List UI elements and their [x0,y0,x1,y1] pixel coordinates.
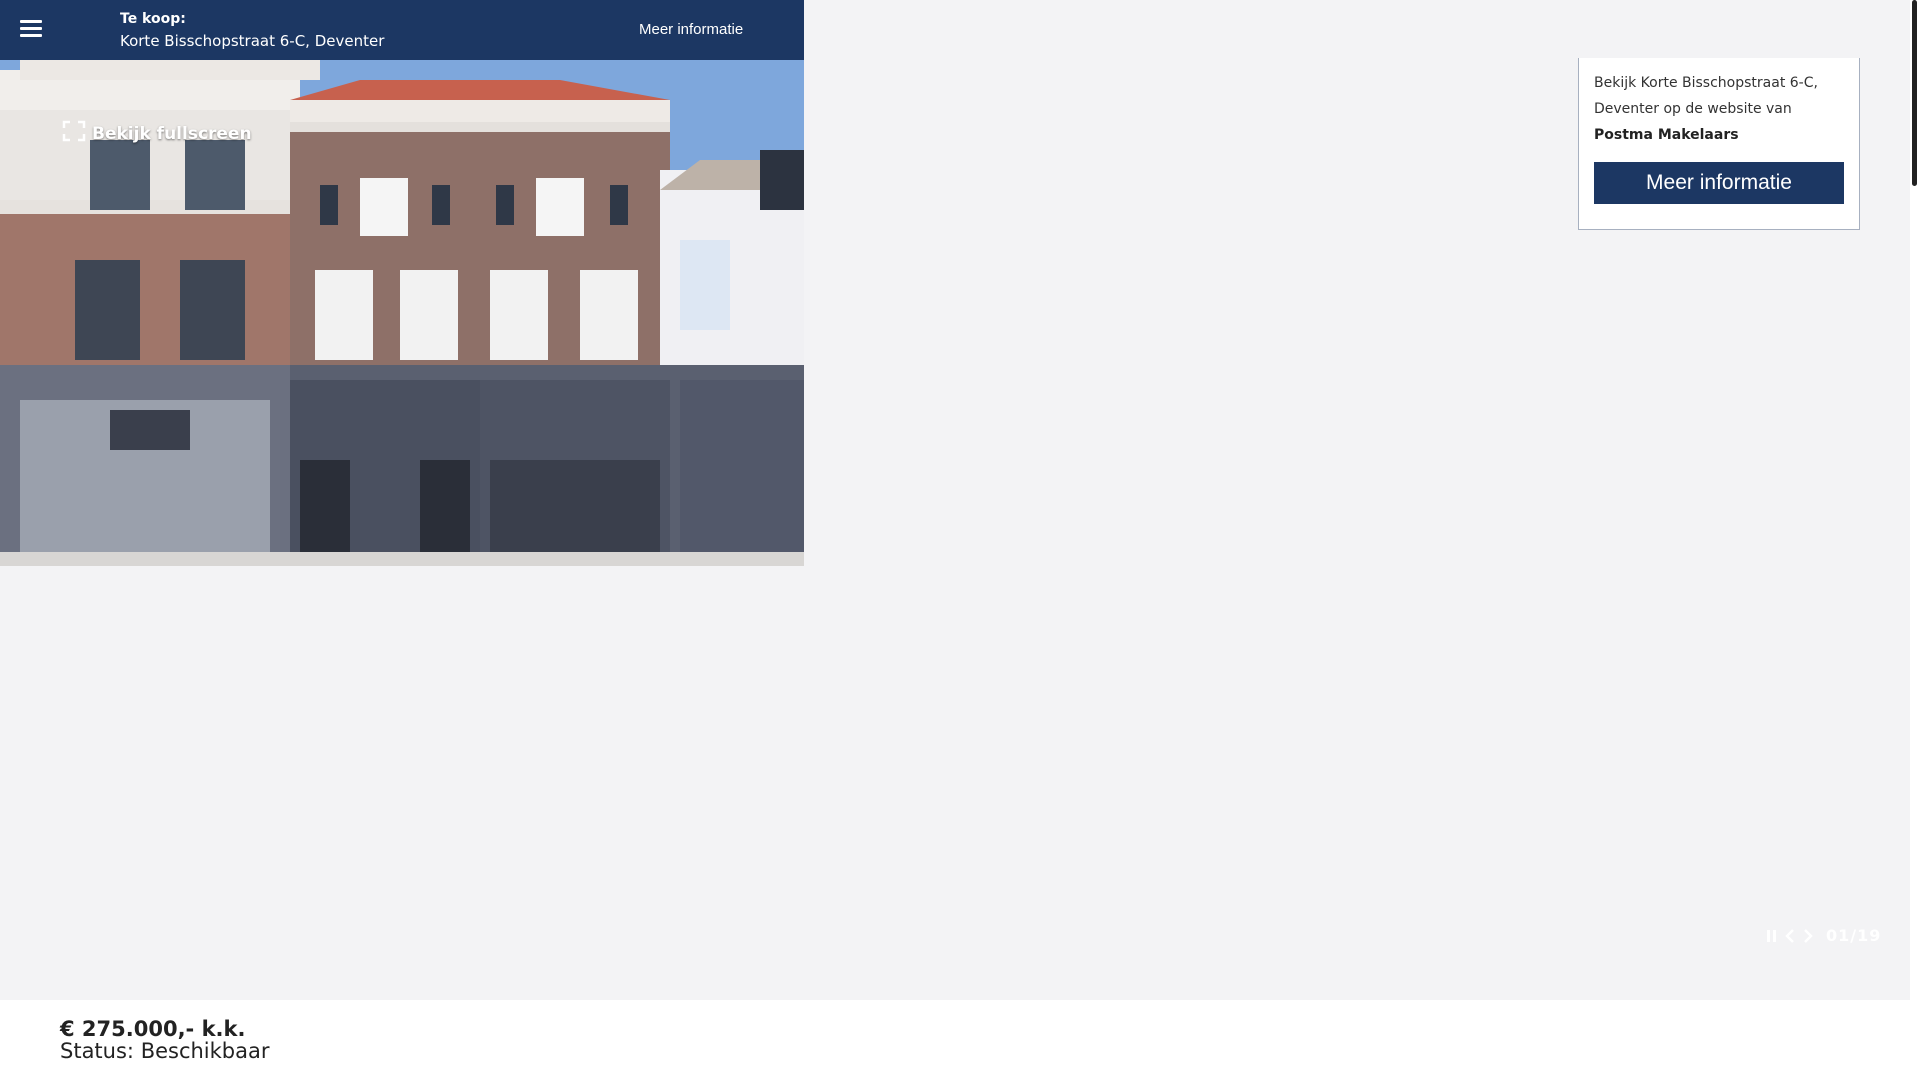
chevron-left-icon[interactable] [1784,928,1796,943]
agent-name: Postma Makelaars [1594,127,1739,143]
top-header: Te koop: Korte Bisschopstraat 6-C, Deven… [0,0,804,60]
agent-card-text: Bekijk Korte Bisschopstraat 6-C, Devente… [1594,70,1844,148]
status-value: Beschikbaar [140,1039,270,1063]
scrollbar-thumb[interactable] [1912,0,1917,186]
agent-card: Bekijk Korte Bisschopstraat 6-C, Devente… [1578,58,1860,230]
header-more-info-link[interactable]: Meer informatie [639,21,743,38]
slide-counter: 01/19 [1826,926,1882,945]
page-scrollbar[interactable] [1910,0,1920,1080]
agent-more-info-button[interactable]: Meer informatie [1594,162,1844,204]
slideshow-controls: 01/19 [1766,926,1881,945]
header-listing-info: Te koop: Korte Bisschopstraat 6-C, Deven… [120,8,384,52]
chevron-right-icon[interactable] [1802,928,1814,943]
agent-card-line2: Deventer op de website van [1594,101,1792,117]
agent-card-line1: Bekijk Korte Bisschopstraat 6-C, [1594,75,1818,91]
header-label: Te koop: [120,11,186,27]
fullscreen-button[interactable]: Bekijk fullscreen [62,120,252,147]
listing-status: Status: Beschikbaar [60,1040,270,1062]
pause-icon[interactable] [1766,929,1778,943]
fullscreen-label: Bekijk fullscreen [92,123,252,144]
listing-price: € 275.000,- k.k. [60,1017,246,1041]
header-address: Korte Bisschopstraat 6-C, Deventer [120,32,385,50]
status-label: Status: [60,1039,134,1063]
fullscreen-icon [62,120,86,147]
hamburger-icon[interactable] [20,20,42,38]
listing-summary: € 275.000,- k.k. Status: Beschikbaar [60,1018,270,1062]
page: Te koop: Korte Bisschopstraat 6-C, Deven… [0,0,1920,1080]
